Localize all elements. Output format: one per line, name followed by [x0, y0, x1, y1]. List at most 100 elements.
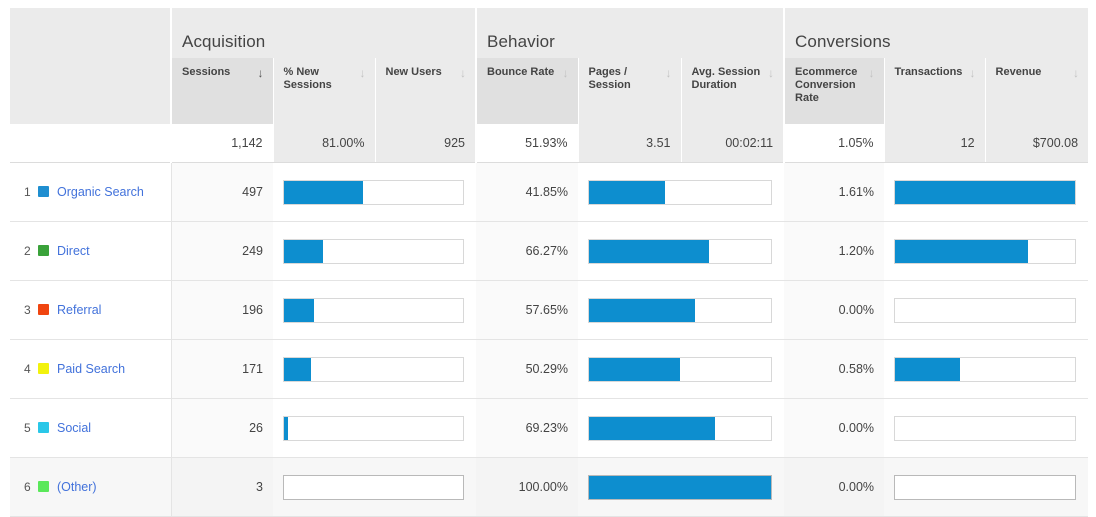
row-bounce-rate-value: 57.65% — [476, 280, 579, 340]
row-ecommerce-conversion-rate-value: 1.20% — [784, 221, 885, 281]
row-ecommerce-conversion-rate-bar — [884, 221, 1089, 281]
channel-link[interactable]: Direct — [57, 244, 90, 258]
row-bounce-rate-bar — [578, 339, 785, 399]
channel-color-swatch — [38, 186, 49, 197]
row-sessions-value: 249 — [171, 221, 273, 281]
table-row[interactable]: 3 Referral 196 57.65% 0.00% — [10, 280, 1089, 340]
summary-pages-per-session: 3.51 — [577, 124, 682, 163]
group-header-row: Acquisition Behavior Conversions — [10, 8, 1089, 58]
row-sessions-value: 196 — [171, 280, 273, 340]
summary-new-users: 925 — [374, 124, 477, 163]
column-header-ecommerce-conversion-rate-label: Ecommerce Conversion Rate — [795, 66, 858, 104]
table-row[interactable]: 4 Paid Search 171 50.29% 0.58% — [10, 339, 1089, 399]
column-header-row: Sessions ↓ % New Sessions ↓ New Users ↓ … — [10, 58, 1089, 124]
group-header-blank — [10, 8, 171, 58]
column-header-avg-session-duration[interactable]: Avg. Session Duration ↓ — [680, 58, 785, 124]
channel-color-swatch — [38, 422, 49, 433]
row-sessions-value: 26 — [171, 398, 273, 458]
channel-color-swatch — [38, 245, 49, 256]
column-header-sessions-label: Sessions — [182, 66, 231, 78]
column-header-blank — [10, 58, 171, 124]
summary-bounce-rate: 51.93% — [475, 124, 579, 163]
summary-label — [10, 124, 171, 163]
row-bounce-rate-value: 41.85% — [476, 162, 579, 222]
column-header-ecommerce-conversion-rate[interactable]: Ecommerce Conversion Rate ↓ — [783, 58, 885, 124]
channels-data-table: Acquisition Behavior Conversions Session… — [10, 8, 1089, 517]
sort-desc-icon[interactable]: ↓ — [768, 67, 774, 79]
row-sessions-bar — [273, 162, 477, 222]
table-row[interactable]: 1 Organic Search 497 41.85% 1.61% — [10, 162, 1089, 222]
summary-sessions: 1,142 — [170, 124, 273, 163]
column-header-bounce-rate-label: Bounce Rate — [487, 66, 555, 78]
channel-link[interactable]: Paid Search — [57, 362, 125, 376]
row-sessions-value: 3 — [171, 457, 273, 517]
group-header-conversions: Conversions — [783, 8, 1089, 58]
summary-pct-new-sessions: 81.00% — [272, 124, 375, 163]
channel-link[interactable]: Social — [57, 421, 91, 435]
column-header-new-users[interactable]: New Users ↓ — [374, 58, 477, 124]
row-ecommerce-conversion-rate-value: 0.00% — [784, 280, 885, 340]
summary-avg-session-duration: 00:02:11 — [680, 124, 785, 163]
row-bounce-rate-bar — [578, 457, 785, 517]
row-ecommerce-conversion-rate-value: 1.61% — [784, 162, 885, 222]
row-rank: 4 — [24, 362, 31, 376]
row-ecommerce-conversion-rate-bar — [884, 398, 1089, 458]
column-header-new-users-label: New Users — [385, 66, 442, 78]
row-rank: 2 — [24, 244, 31, 258]
column-header-revenue[interactable]: Revenue ↓ — [984, 58, 1089, 124]
row-channel-cell: 1 Organic Search — [10, 162, 172, 222]
row-bounce-rate-bar — [578, 162, 785, 222]
column-header-revenue-label: Revenue — [995, 66, 1042, 78]
group-header-behavior: Behavior — [475, 8, 785, 58]
sort-desc-icon[interactable]: ↓ — [360, 67, 366, 79]
column-header-pages-per-session[interactable]: Pages / Session ↓ — [577, 58, 682, 124]
row-sessions-value: 171 — [171, 339, 273, 399]
sort-desc-icon[interactable]: ↓ — [460, 67, 466, 79]
row-sessions-value: 497 — [171, 162, 273, 222]
row-sessions-bar — [273, 221, 477, 281]
channel-color-swatch — [38, 304, 49, 315]
column-header-transactions[interactable]: Transactions ↓ — [883, 58, 986, 124]
column-header-pct-new-sessions[interactable]: % New Sessions ↓ — [272, 58, 375, 124]
channel-link[interactable]: Organic Search — [57, 185, 144, 199]
sort-desc-icon[interactable]: ↓ — [869, 67, 875, 79]
row-rank: 1 — [24, 185, 31, 199]
row-channel-cell: 3 Referral — [10, 280, 172, 340]
summary-row: 1,142 81.00% 925 51.93% 3.51 00:02:11 1.… — [10, 124, 1089, 163]
sort-desc-icon[interactable]: ↓ — [258, 67, 264, 79]
sort-desc-icon[interactable]: ↓ — [666, 67, 672, 79]
group-header-acquisition: Acquisition — [169, 8, 477, 58]
row-sessions-bar — [273, 398, 477, 458]
row-bounce-rate-value: 69.23% — [476, 398, 579, 458]
channel-color-swatch — [38, 481, 49, 492]
row-rank: 6 — [24, 480, 31, 494]
row-ecommerce-conversion-rate-value: 0.00% — [784, 398, 885, 458]
sort-desc-icon[interactable]: ↓ — [970, 67, 976, 79]
table-row[interactable]: 2 Direct 249 66.27% 1.20% — [10, 221, 1089, 281]
sort-desc-icon[interactable]: ↓ — [1073, 67, 1079, 79]
row-bounce-rate-bar — [578, 280, 785, 340]
row-channel-cell: 6 (Other) — [10, 457, 172, 517]
row-channel-cell: 4 Paid Search — [10, 339, 172, 399]
sort-desc-icon[interactable]: ↓ — [563, 67, 569, 79]
row-ecommerce-conversion-rate-bar — [884, 457, 1089, 517]
row-bounce-rate-value: 66.27% — [476, 221, 579, 281]
column-header-bounce-rate[interactable]: Bounce Rate ↓ — [475, 58, 579, 124]
column-header-pct-new-sessions-label: % New Sessions — [283, 66, 332, 91]
channel-link[interactable]: (Other) — [57, 480, 97, 494]
column-header-avg-session-duration-label: Avg. Session Duration — [691, 66, 761, 91]
table-row[interactable]: 5 Social 26 69.23% 0.00% — [10, 398, 1089, 458]
table-row[interactable]: 6 (Other) 3 100.00% 0.00% — [10, 457, 1089, 517]
channel-link[interactable]: Referral — [57, 303, 101, 317]
row-channel-cell: 5 Social — [10, 398, 172, 458]
row-rank: 3 — [24, 303, 31, 317]
row-bounce-rate-value: 50.29% — [476, 339, 579, 399]
column-header-transactions-label: Transactions — [894, 66, 963, 78]
row-ecommerce-conversion-rate-bar — [884, 162, 1089, 222]
row-ecommerce-conversion-rate-bar — [884, 339, 1089, 399]
summary-transactions: 12 — [883, 124, 986, 163]
row-ecommerce-conversion-rate-bar — [884, 280, 1089, 340]
row-rank: 5 — [24, 421, 31, 435]
column-header-sessions[interactable]: Sessions ↓ — [170, 58, 273, 124]
summary-ecommerce-conversion-rate: 1.05% — [783, 124, 885, 163]
